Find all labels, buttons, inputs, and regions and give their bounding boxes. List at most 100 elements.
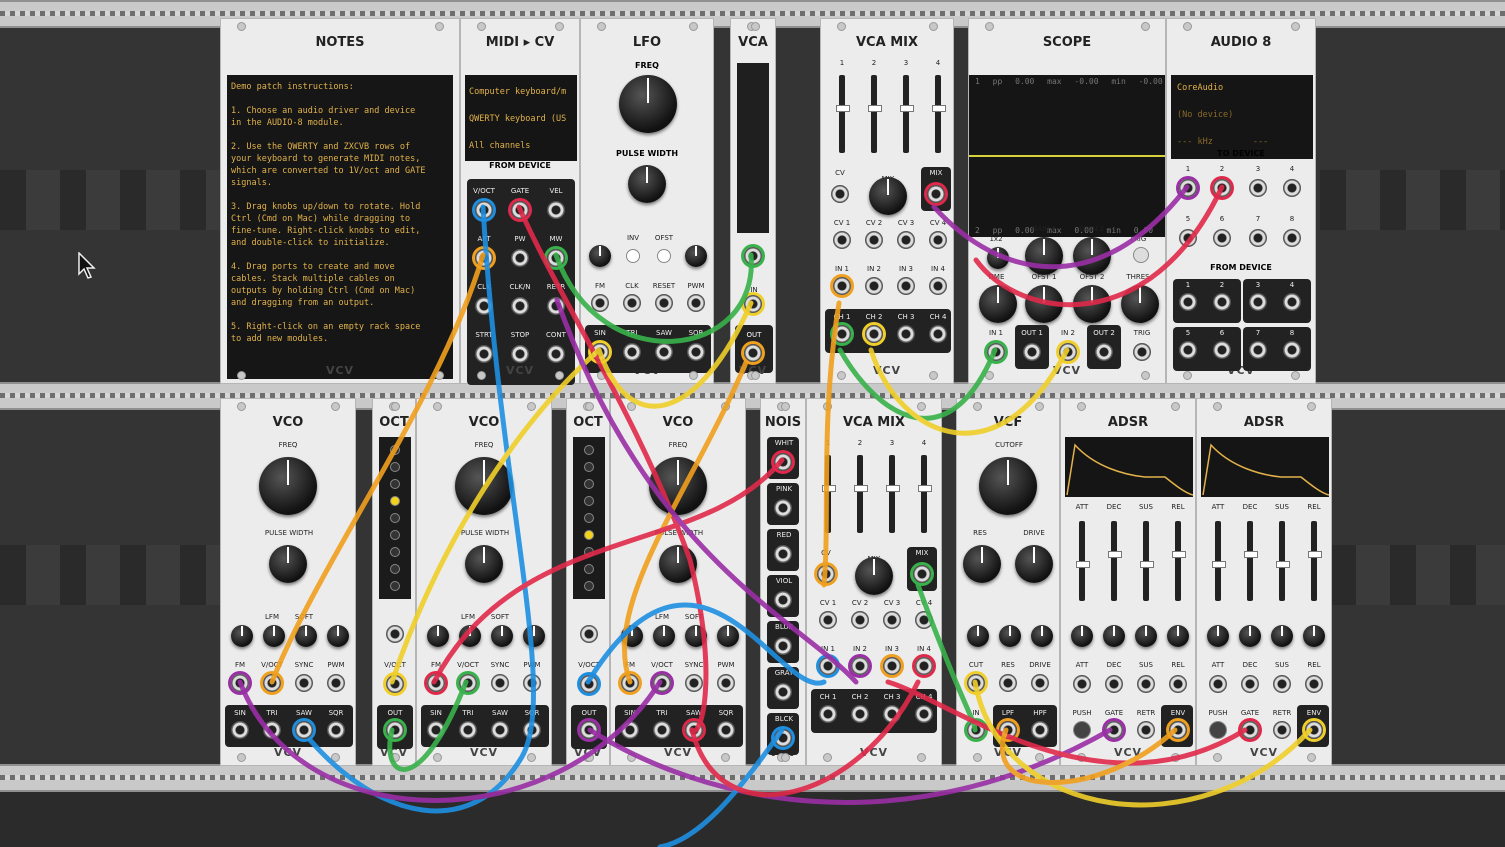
channel-out-jack[interactable]: [883, 705, 901, 723]
in-jack[interactable]: [865, 277, 883, 295]
audio-input-jack[interactable]: [1249, 293, 1267, 311]
vco-input-jack[interactable]: [295, 674, 313, 692]
channel-out-jack[interactable]: [929, 325, 947, 343]
vco-control-knob[interactable]: [231, 625, 253, 647]
adsr-cv-knob[interactable]: [1135, 625, 1157, 647]
audio-input-jack[interactable]: [1213, 341, 1231, 359]
mix-knob[interactable]: [855, 557, 893, 595]
mix-out-jack[interactable]: [927, 185, 945, 203]
scope-module[interactable]: SCOPE 1 pp 0.00 max -0.00 min -0.00 2 pp…: [968, 18, 1166, 384]
octave-led[interactable]: [584, 564, 594, 574]
midi-port-jack[interactable]: [547, 249, 565, 267]
scope-jack[interactable]: [1023, 343, 1041, 361]
scope-jack[interactable]: [1059, 343, 1077, 361]
lfo-output-jack[interactable]: [687, 343, 705, 361]
audio-input-jack[interactable]: [1249, 341, 1267, 359]
cutoff-knob[interactable]: [979, 457, 1037, 515]
vca-mix-module-bottom[interactable]: VCA MIXVCV1234CVMIXMIXCV 1CV 2CV 3CV 4IN…: [806, 398, 942, 766]
inv-switch[interactable]: [626, 249, 640, 263]
oct-out-jack[interactable]: [386, 721, 404, 739]
vcf-cv-jack[interactable]: [967, 674, 985, 692]
midi-port-jack[interactable]: [475, 249, 493, 267]
adsr-cv-jack[interactable]: [1169, 675, 1187, 693]
midi-port-jack[interactable]: [547, 345, 565, 363]
vco-control-knob[interactable]: [685, 625, 707, 647]
midi-port-jack[interactable]: [475, 297, 493, 315]
vco-output-jack[interactable]: [685, 721, 703, 739]
ofst2-knob[interactable]: [1073, 285, 1111, 323]
midi-port-jack[interactable]: [547, 297, 565, 315]
vcf-module[interactable]: VCF VCV CUTOFF RES DRIVE CUT RES DRIVE IN LPF HPF: [956, 398, 1060, 766]
adsr-slider[interactable]: [1140, 521, 1154, 601]
midi-port-jack[interactable]: [511, 345, 529, 363]
channel-level-slider[interactable]: [868, 75, 882, 153]
channel-out-jack[interactable]: [819, 705, 837, 723]
vco-module[interactable]: VCO VCV FREQ PULSE WIDTH LFM SOFT FM V/OCT SYNC P…: [416, 398, 552, 766]
vco-control-knob[interactable]: [653, 625, 675, 647]
cv-jack[interactable]: [883, 611, 901, 629]
slider-cap[interactable]: [1244, 551, 1258, 558]
adsr-slider[interactable]: [1308, 521, 1322, 601]
audio-driver-label[interactable]: CoreAudio: [1177, 75, 1313, 102]
vco-output-jack[interactable]: [653, 721, 671, 739]
vco-output-jack[interactable]: [621, 721, 639, 739]
thres-knob[interactable]: [1121, 285, 1159, 323]
channel-level-slider[interactable]: [836, 75, 850, 153]
in-jack[interactable]: [929, 277, 947, 295]
cv-jack[interactable]: [865, 231, 883, 249]
lfo-output-jack[interactable]: [655, 343, 673, 361]
push-button[interactable]: [1209, 721, 1227, 739]
oct-vin-jack[interactable]: [580, 675, 598, 693]
octave-led[interactable]: [584, 547, 594, 557]
noise-output-jack[interactable]: [774, 637, 792, 655]
octave-led[interactable]: [390, 513, 400, 523]
midi-driver-label[interactable]: Computer keyboard/m: [469, 79, 573, 106]
vco-input-jack[interactable]: [685, 674, 703, 692]
audio-driver-select[interactable]: CoreAudio (No device) --- kHz ---: [1171, 75, 1313, 159]
vco-control-knob[interactable]: [327, 625, 349, 647]
gain2-knob[interactable]: [1073, 237, 1111, 275]
pulse-width-knob[interactable]: [269, 545, 307, 583]
channel-level-slider[interactable]: [886, 455, 900, 533]
adsr-slider[interactable]: [1244, 521, 1258, 601]
vco-output-jack[interactable]: [263, 721, 281, 739]
freq-knob[interactable]: [259, 457, 317, 515]
vcf-trim-knob[interactable]: [1031, 625, 1053, 647]
adsr-jack[interactable]: [1273, 721, 1291, 739]
noise-output-jack[interactable]: [774, 683, 792, 701]
octave-led[interactable]: [390, 564, 400, 574]
audio-output-jack[interactable]: [1179, 179, 1197, 197]
audio-output-jack[interactable]: [1213, 179, 1231, 197]
midi-device-label[interactable]: QWERTY keyboard (US: [469, 106, 573, 133]
channel-out-jack[interactable]: [915, 705, 933, 723]
gain1-knob[interactable]: [1025, 237, 1063, 275]
x2-button[interactable]: [987, 247, 1009, 269]
slider-cap[interactable]: [918, 485, 932, 492]
pulse-width-knob[interactable]: [628, 165, 666, 203]
pulse-width-knob[interactable]: [659, 545, 697, 583]
octave-led[interactable]: [390, 445, 400, 455]
cv-jack[interactable]: [915, 611, 933, 629]
slider-cap[interactable]: [836, 105, 850, 112]
slider-cap[interactable]: [854, 485, 868, 492]
vcf-cv-jack[interactable]: [999, 674, 1017, 692]
oct-module[interactable]: OCTVCVV/OCTOUT: [372, 398, 416, 766]
adsr-cv-knob[interactable]: [1103, 625, 1125, 647]
cv-jack[interactable]: [897, 231, 915, 249]
vco-control-knob[interactable]: [263, 625, 285, 647]
ofst-switch[interactable]: [657, 249, 671, 263]
midi-port-jack[interactable]: [511, 297, 529, 315]
slider-cap[interactable]: [1308, 551, 1322, 558]
audio-input-jack[interactable]: [1283, 293, 1301, 311]
lfo-pwm-trim-knob[interactable]: [685, 245, 707, 267]
slider-cap[interactable]: [1076, 561, 1090, 568]
octave-led[interactable]: [390, 462, 400, 472]
noise-output-jack[interactable]: [774, 453, 792, 471]
octave-led[interactable]: [390, 496, 400, 506]
lfo-input-jack[interactable]: [655, 294, 673, 312]
scope-jack[interactable]: [1133, 343, 1151, 361]
freq-knob[interactable]: [455, 457, 513, 515]
channel-out-jack[interactable]: [865, 325, 883, 343]
adsr-cv-knob[interactable]: [1167, 625, 1189, 647]
scope-jack[interactable]: [987, 343, 1005, 361]
